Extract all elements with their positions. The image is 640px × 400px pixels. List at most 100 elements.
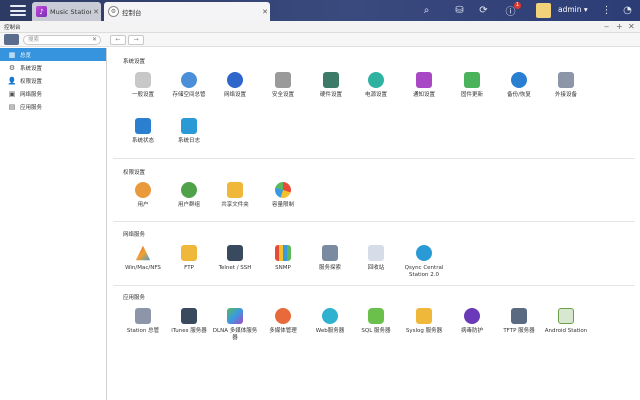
hardware-settings-item[interactable]: 硬件设置 — [308, 72, 354, 99]
telnet-ssh-item[interactable]: Telnet / SSH — [212, 245, 258, 272]
item-label: Syslog 服务器 — [405, 328, 443, 334]
external-device-item[interactable]: 外接设备 — [543, 72, 589, 99]
monitor-icon — [135, 118, 151, 134]
info-icon[interactable]: ⓘ 1 — [503, 2, 521, 18]
minimize-icon[interactable]: ‒ — [604, 22, 609, 31]
sidebar-item-overview[interactable]: ▦ 总览 — [0, 48, 106, 61]
general-settings-item[interactable]: 一般设置 — [120, 72, 166, 99]
item-label: 存储空间总管 — [172, 92, 206, 98]
system-status-item[interactable]: 系统状态 — [120, 118, 166, 145]
item-label: 一般设置 — [131, 92, 154, 98]
snmp-item[interactable]: SNMP — [260, 245, 306, 272]
itunes-icon — [181, 308, 197, 324]
clear-icon[interactable]: ✕ — [92, 36, 97, 44]
ftp-item[interactable]: FTP — [166, 245, 212, 272]
task-icon[interactable]: ⛁ — [452, 3, 467, 18]
item-label: 网络设置 — [223, 92, 246, 98]
search-icon[interactable]: ⌕ — [419, 3, 434, 18]
toolbar: 搜索 ✕ ← → — [0, 33, 640, 47]
lock-icon — [275, 72, 291, 88]
main-menu-button[interactable] — [6, 2, 30, 19]
terminal-icon — [227, 245, 243, 261]
station-icon — [135, 308, 151, 324]
section-title: 应用服务 — [123, 295, 146, 301]
item-label: 备份/恢复 — [507, 92, 531, 98]
shared-folders-item[interactable]: 共享文件夹 — [212, 182, 258, 209]
storage-manager-item[interactable]: 存储空间总管 — [166, 72, 212, 99]
syslog-server-item[interactable]: Syslog 服务器 — [401, 308, 447, 335]
tab-control-panel[interactable]: ⚙ 控制台 ✕ — [104, 2, 270, 21]
home-button[interactable] — [4, 34, 19, 45]
recycle-bin-item[interactable]: 回收站 — [353, 245, 399, 272]
dashboard-icon[interactable]: ◔ — [620, 3, 635, 18]
network-icon: ▣ — [8, 89, 16, 98]
window-title-bar: 控制台 ‒ + ✕ — [0, 21, 640, 33]
antivirus-icon — [464, 308, 480, 324]
users-item[interactable]: 用户 — [120, 182, 166, 209]
close-window-icon[interactable]: ✕ — [628, 22, 635, 31]
network-settings-item[interactable]: 网络设置 — [212, 72, 258, 99]
sidebar-item-privilege[interactable]: 👤 权限设置 — [0, 74, 106, 87]
item-label: 硬件设置 — [319, 92, 342, 98]
win-mac-nfs-item[interactable]: Win/Mac/NFS — [120, 245, 166, 272]
multimedia-icon — [275, 308, 291, 324]
tab-music-station[interactable]: ♪ Music Station ... ✕ — [32, 2, 101, 21]
user-icon — [135, 182, 151, 198]
discovery-icon — [322, 245, 338, 261]
item-label: 容量限制 — [271, 202, 294, 208]
quota-item[interactable]: 容量限制 — [260, 182, 306, 209]
power-icon — [368, 72, 384, 88]
search-placeholder: 搜索 — [28, 37, 40, 43]
forward-button[interactable]: → — [128, 35, 144, 45]
gear-icon: ⚙ — [8, 63, 16, 72]
system-log-item[interactable]: 系统日志 — [166, 118, 212, 145]
backup-icon — [511, 72, 527, 88]
android-station-item[interactable]: Android Station — [543, 308, 589, 335]
search-input[interactable]: 搜索 ✕ — [23, 35, 101, 45]
multimedia-management-item[interactable]: 多媒体管理 — [260, 308, 306, 335]
itunes-server-item[interactable]: iTunes 服务器 — [166, 308, 212, 335]
station-manager-item[interactable]: Station 总管 — [120, 308, 166, 335]
qsync-item[interactable]: Qsync Central Station 2.0 — [401, 245, 447, 279]
item-label: 系统日志 — [177, 138, 200, 144]
network-icon — [227, 72, 243, 88]
back-button[interactable]: ← — [110, 35, 126, 45]
close-icon[interactable]: ✕ — [91, 8, 101, 16]
item-label: 电源设置 — [364, 92, 387, 98]
avatar[interactable] — [536, 3, 551, 18]
sql-server-item[interactable]: SQL 服务器 — [353, 308, 399, 335]
firmware-update-item[interactable]: 固件更新 — [449, 72, 495, 99]
notification-badge: 1 — [513, 2, 521, 9]
globe-icon — [322, 308, 338, 324]
refresh-icon[interactable]: ⟳ — [476, 3, 491, 18]
dlna-icon — [227, 308, 243, 324]
notification-settings-item[interactable]: 通知设置 — [401, 72, 447, 99]
item-label: 服务探索 — [318, 265, 341, 271]
web-server-item[interactable]: Web服务器 — [307, 308, 353, 335]
database-icon — [368, 308, 384, 324]
sidebar-item-apps[interactable]: ▤ 应用服务 — [0, 100, 106, 113]
divider — [113, 158, 635, 159]
power-settings-item[interactable]: 电源设置 — [353, 72, 399, 99]
sidebar-item-network[interactable]: ▣ 网络服务 — [0, 87, 106, 100]
sidebar-item-system[interactable]: ⚙ 系统设置 — [0, 61, 106, 74]
dlna-server-item[interactable]: DLNA 多媒体服务器 — [212, 308, 258, 342]
security-settings-item[interactable]: 安全设置 — [260, 72, 306, 99]
sidebar-item-label: 系统设置 — [20, 65, 43, 72]
user-menu[interactable]: admin ▾ — [558, 5, 588, 14]
more-icon[interactable]: ⋮ — [599, 3, 614, 18]
tab-label: 控制台 — [122, 8, 142, 17]
maximize-icon[interactable]: + — [616, 22, 623, 31]
close-icon[interactable]: ✕ — [260, 8, 270, 16]
item-label: 回收站 — [367, 265, 385, 271]
backup-restore-item[interactable]: 备份/恢复 — [496, 72, 542, 99]
service-discovery-item[interactable]: 服务探索 — [307, 245, 353, 272]
settings-icon — [135, 72, 151, 88]
item-label: DLNA 多媒体服务器 — [212, 328, 258, 341]
item-label: 安全设置 — [271, 92, 294, 98]
tftp-server-item[interactable]: TFTP 服务器 — [496, 308, 542, 335]
antivirus-item[interactable]: 病毒防护 — [449, 308, 495, 335]
item-label: iTunes 服务器 — [171, 328, 207, 334]
user-groups-item[interactable]: 用户群组 — [166, 182, 212, 209]
item-label: 共享文件夹 — [221, 202, 249, 208]
